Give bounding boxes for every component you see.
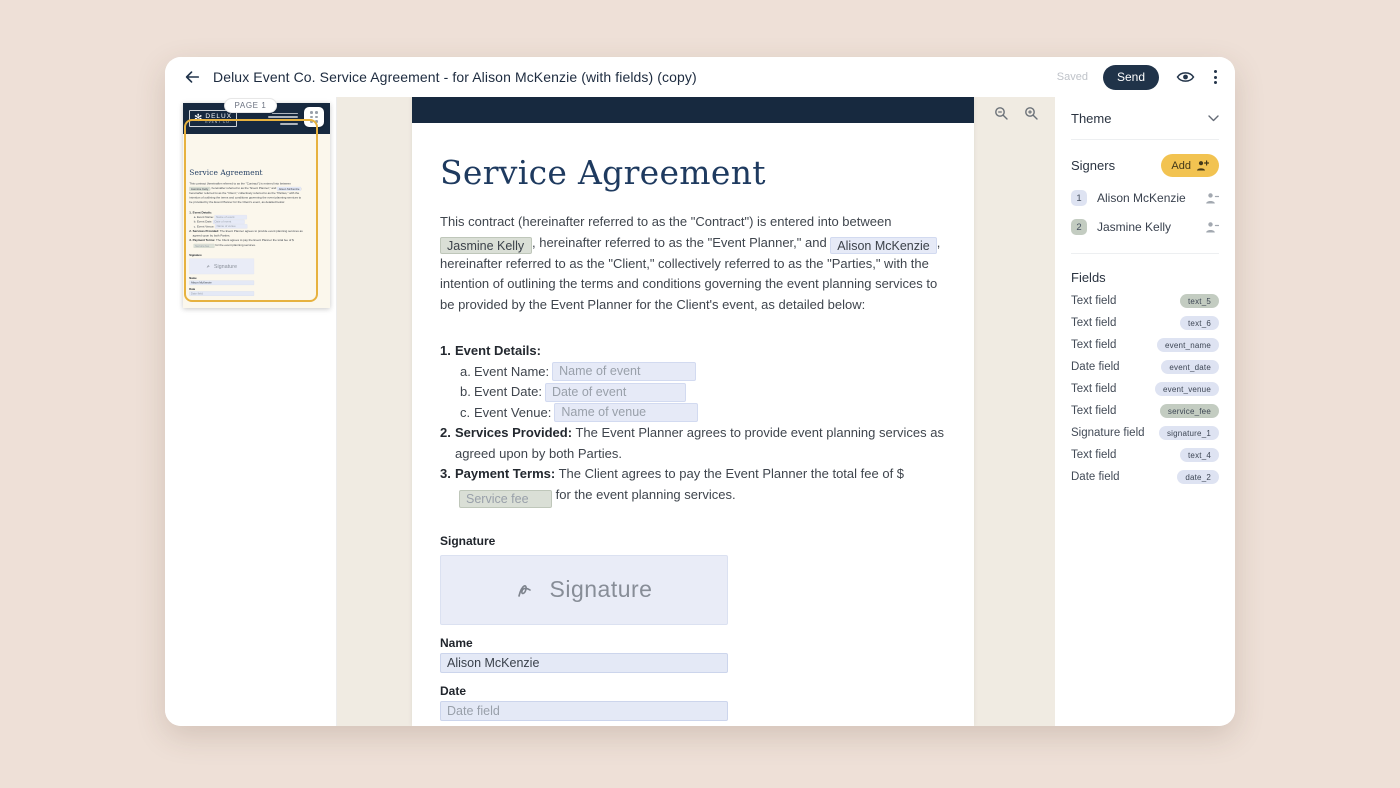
back-arrow-icon: [183, 68, 201, 86]
terms-list: 1. Event Details: a. Event Name: Name of…: [440, 341, 944, 508]
letterhead-address-lines: [268, 113, 298, 125]
field-tag-badge: event_date: [1161, 360, 1219, 374]
eye-icon: [1176, 70, 1195, 84]
mini-intro: This contract (hereinafter referred to a…: [189, 181, 302, 204]
signer-row[interactable]: 1 Alison McKenzie: [1071, 190, 1219, 206]
app-window: Delux Event Co. Service Agreement - for …: [165, 57, 1235, 726]
event-date-input[interactable]: Date of event: [545, 383, 686, 402]
field-row[interactable]: Text field text_5: [1071, 295, 1219, 307]
document-viewport: Service Agreement This contract (hereina…: [337, 97, 1055, 726]
zoom-out-icon: [994, 106, 1009, 121]
document-title: Delux Event Co. Service Agreement - for …: [213, 69, 697, 85]
field-tag-badge: date_2: [1177, 470, 1219, 484]
theme-section-toggle[interactable]: Theme: [1071, 97, 1219, 140]
saved-status: Saved: [1057, 71, 1088, 83]
event-venue-row: c. Event Venue: Name of venue: [455, 403, 944, 424]
top-bar: Delux Event Co. Service Agreement - for …: [165, 57, 1235, 97]
settings-sidebar: Theme Signers Add 1 Alison M: [1055, 97, 1235, 726]
signer-order-badge: 2: [1071, 219, 1087, 235]
preview-button[interactable]: [1174, 68, 1197, 86]
send-button[interactable]: Send: [1103, 65, 1159, 90]
page-thumbnail[interactable]: ✻ DELUX EVENT CO. Servic: [183, 103, 330, 308]
field-row[interactable]: Text field event_venue: [1071, 383, 1219, 395]
field-tag-badge: signature_1: [1159, 426, 1219, 440]
event-date-row: b. Event Date: Date of event: [455, 382, 944, 403]
field-row[interactable]: Text field event_name: [1071, 339, 1219, 351]
client-name-field[interactable]: Alison McKenzie: [830, 237, 936, 254]
field-row[interactable]: Text field text_4: [1071, 449, 1219, 461]
back-button[interactable]: [179, 64, 205, 90]
event-name-row: a. Event Name: Name of event: [455, 362, 944, 383]
signers-title: Signers: [1071, 158, 1115, 173]
field-tag-badge: event_name: [1157, 338, 1219, 352]
mini-doc-title: Service Agreement: [189, 168, 302, 177]
field-row[interactable]: Date field date_2: [1071, 471, 1219, 483]
field-row[interactable]: Date field event_date: [1071, 361, 1219, 373]
zoom-in-icon: [1024, 106, 1039, 121]
field-row[interactable]: Text field text_6: [1071, 317, 1219, 329]
intro-paragraph: This contract (hereinafter referred to a…: [440, 212, 944, 315]
service-fee-input[interactable]: Service fee: [459, 490, 552, 508]
list-item-event-details: 1. Event Details: a. Event Name: Name of…: [440, 341, 944, 423]
fields-title: Fields: [1071, 270, 1219, 285]
event-name-input[interactable]: Name of event: [552, 362, 696, 381]
drag-handle-icon[interactable]: [304, 107, 324, 127]
page-header-band: [412, 97, 974, 123]
zoom-in-button[interactable]: [1022, 104, 1041, 123]
planner-name-field[interactable]: Jasmine Kelly: [440, 237, 532, 254]
list-item-services: 2. Services Provided: The Event Planner …: [440, 423, 944, 464]
thumbnail-preview: Service Agreement This contract (hereina…: [183, 134, 330, 308]
pages-panel: PAGE 1 ✻ DELUX EVENT CO.: [165, 97, 337, 726]
field-row[interactable]: Text field service_fee: [1071, 405, 1219, 417]
field-tag-badge: text_5: [1180, 294, 1219, 308]
page-number-label: PAGE 1: [224, 98, 278, 113]
more-menu-button[interactable]: [1212, 68, 1219, 86]
zoom-controls: [992, 104, 1041, 123]
doc-heading: Service Agreement: [440, 153, 944, 193]
person-plus-icon: [1196, 160, 1209, 171]
add-signer-button[interactable]: Add: [1161, 154, 1219, 177]
name-input[interactable]: Alison McKenzie: [440, 653, 728, 673]
zoom-out-button[interactable]: [992, 104, 1011, 123]
name-label: Name: [440, 636, 944, 650]
field-tag-badge: text_4: [1180, 448, 1219, 462]
field-tag-badge: text_6: [1180, 316, 1219, 330]
event-venue-input[interactable]: Name of venue: [554, 403, 698, 422]
date-label: Date: [440, 684, 944, 698]
signer-row[interactable]: 2 Jasmine Kelly: [1071, 219, 1219, 235]
document-page: Service Agreement This contract (hereina…: [412, 97, 974, 726]
section-divider: [1071, 253, 1219, 254]
person-minus-icon[interactable]: [1205, 221, 1219, 233]
signature-section-label: Signature: [440, 534, 944, 548]
signature-squiggle-icon: [516, 581, 540, 599]
kebab-icon: [1214, 70, 1217, 73]
chevron-down-icon: [1208, 115, 1219, 122]
logo-flower-icon: ✻: [194, 114, 202, 124]
signature-input[interactable]: Signature: [440, 555, 728, 625]
person-minus-icon[interactable]: [1205, 192, 1219, 204]
field-row[interactable]: Signature field signature_1: [1071, 427, 1219, 439]
date-input[interactable]: Date field: [440, 701, 728, 721]
field-tag-badge: event_venue: [1155, 382, 1219, 396]
field-tag-badge: service_fee: [1160, 404, 1219, 418]
list-item-payment: 3. Payment Terms: The Client agrees to p…: [440, 464, 944, 508]
signer-order-badge: 1: [1071, 190, 1087, 206]
